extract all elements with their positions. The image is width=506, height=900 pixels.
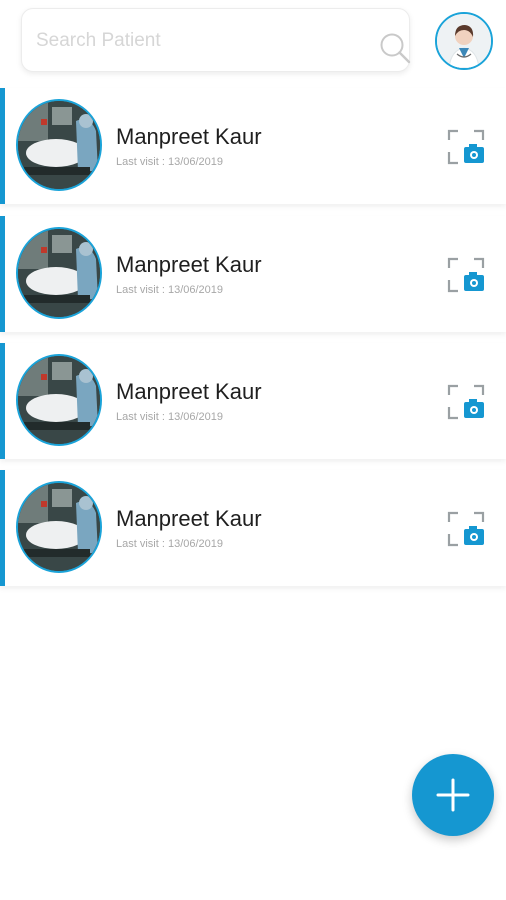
last-visit-text: Last visit : 13/06/2019	[116, 284, 224, 296]
plus-icon	[436, 778, 470, 812]
last-visit-text: Last visit : 13/06/2019	[116, 538, 224, 550]
doctor-avatar[interactable]	[435, 12, 493, 70]
row-accent-bar	[0, 470, 5, 586]
patient-row[interactable]: Manpreet Kaur Last visit : 13/06/2019	[0, 88, 506, 204]
row-accent-bar	[0, 343, 5, 459]
row-accent-bar	[0, 216, 5, 332]
add-patient-button[interactable]	[412, 754, 494, 836]
patient-photo	[18, 229, 100, 317]
last-visit-text: Last visit : 13/06/2019	[116, 411, 224, 423]
patient-photo	[18, 101, 100, 189]
search-box[interactable]	[21, 8, 412, 72]
search-input[interactable]	[34, 23, 358, 59]
doctor-photo	[437, 14, 491, 68]
scan-camera-icon[interactable]	[446, 128, 486, 166]
patient-row[interactable]: Manpreet Kaur Last visit : 13/06/2019	[0, 343, 506, 459]
last-visit-text: Last visit : 13/06/2019	[116, 156, 224, 168]
patient-name: Manpreet Kaur	[116, 506, 262, 531]
patient-avatar	[16, 227, 102, 319]
patient-avatar	[16, 99, 102, 191]
patient-avatar	[16, 481, 102, 573]
patient-name: Manpreet Kaur	[116, 252, 262, 277]
scan-camera-icon[interactable]	[446, 383, 486, 421]
patient-name: Manpreet Kaur	[116, 379, 262, 404]
patient-avatar	[16, 354, 102, 446]
patient-name: Manpreet Kaur	[116, 124, 262, 149]
patient-photo	[18, 483, 100, 571]
row-accent-bar	[0, 88, 5, 204]
patient-photo	[18, 356, 100, 444]
search-icon[interactable]	[378, 31, 412, 65]
patient-row[interactable]: Manpreet Kaur Last visit : 13/06/2019	[0, 216, 506, 332]
scan-camera-icon[interactable]	[446, 510, 486, 548]
scan-camera-icon[interactable]	[446, 256, 486, 294]
patient-row[interactable]: Manpreet Kaur Last visit : 13/06/2019	[0, 470, 506, 586]
